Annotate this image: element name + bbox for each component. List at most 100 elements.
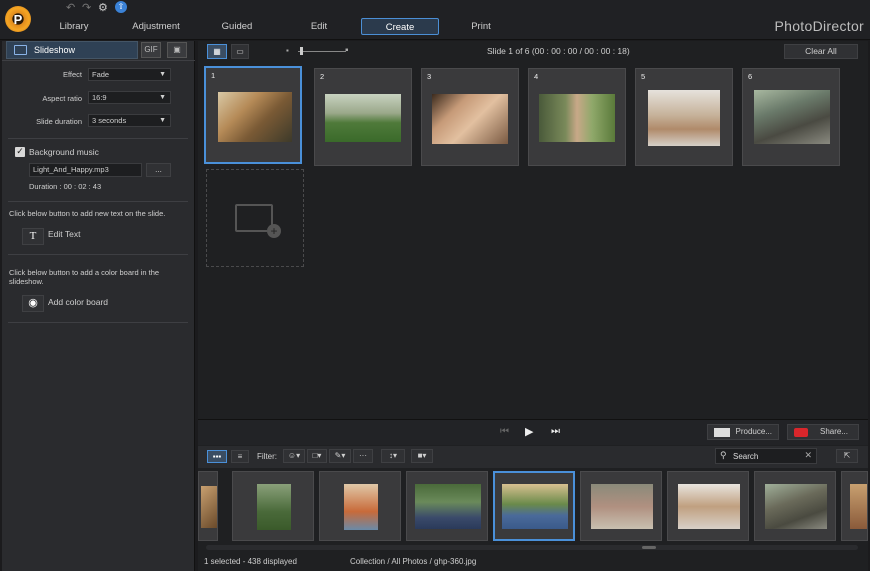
left-panel: Slideshow GIF ▣ Effect Fade ▼ Aspect rati… — [2, 41, 195, 571]
strip-thumb[interactable] — [406, 471, 488, 541]
flag-filter-icon[interactable]: □▾ — [307, 449, 327, 463]
color-label-icon[interactable]: ■▾ — [411, 449, 433, 463]
slide-thumb-6[interactable]: 6 — [742, 68, 840, 166]
slide-thumb-2[interactable]: 2 — [314, 68, 412, 166]
list-view-icon[interactable]: ≡ — [231, 450, 249, 463]
zoom-slider[interactable] — [298, 51, 346, 52]
slide-duration-select[interactable]: 3 seconds ▼ — [88, 114, 171, 127]
slide-photo — [432, 94, 508, 144]
add-color-board-button[interactable]: Add color board — [48, 297, 108, 307]
strip-photo — [257, 484, 291, 530]
background-music-checkbox[interactable]: ✓ — [15, 147, 25, 157]
tab-create[interactable]: Create — [361, 18, 439, 35]
slide-thumb-5[interactable]: 5 — [635, 68, 733, 166]
slide-duration-value: 3 seconds — [92, 116, 127, 125]
palette-icon[interactable]: ◉ — [22, 295, 44, 312]
slide-photo — [325, 94, 401, 142]
edit-text-button[interactable]: Edit Text — [48, 229, 80, 239]
strip-thumb[interactable] — [319, 471, 401, 541]
produce-label: Produce... — [735, 427, 772, 436]
slide-thumb-4[interactable]: 4 — [528, 68, 626, 166]
effect-value: Fade — [92, 70, 110, 79]
close-icon[interactable]: ✕ — [804, 450, 812, 461]
edit-filter-icon[interactable]: ✎▾ — [329, 449, 351, 463]
redo-icon[interactable]: ↷ — [82, 1, 91, 14]
slide-number: 6 — [748, 72, 753, 81]
slide-number: 5 — [641, 72, 646, 81]
slide-number: 3 — [427, 72, 432, 81]
external-window-icon[interactable]: ⇱ — [836, 449, 858, 463]
storyboard-view-icon[interactable]: ▦ — [207, 44, 227, 59]
text-icon[interactable]: T — [22, 228, 44, 245]
previous-icon[interactable]: ⏮ — [500, 426, 509, 437]
tab-adjustment[interactable]: Adjustment — [120, 18, 192, 35]
strip-photo — [415, 484, 481, 529]
strip-thumb[interactable] — [841, 471, 868, 541]
strip-photo — [765, 484, 827, 529]
horizontal-scrollbar[interactable] — [206, 545, 858, 550]
undo-icon[interactable]: ↶ — [66, 1, 75, 14]
tab-library[interactable]: Library — [40, 18, 108, 35]
filter-label: Filter: — [257, 452, 277, 461]
strip-photo — [591, 484, 653, 529]
slide-number: 1 — [211, 71, 216, 80]
slide-thumb-1[interactable]: 1 — [204, 66, 302, 164]
gif-icon[interactable]: GIF — [141, 42, 161, 58]
tab-edit[interactable]: Edit — [288, 18, 350, 35]
youtube-icon — [794, 428, 808, 437]
brand-title: PhotoDirector — [774, 18, 864, 34]
strip-thumb[interactable] — [754, 471, 836, 541]
chevron-down-icon: ▼ — [159, 117, 166, 124]
slide-counter: Slide 1 of 6 (00 : 00 : 00 / 00 : 00 : 1… — [487, 46, 630, 56]
slide-number: 4 — [534, 72, 539, 81]
tab-slideshow[interactable]: Slideshow — [6, 41, 138, 59]
photo-view-icon[interactable]: ▭ — [231, 44, 249, 59]
produce-button[interactable]: Produce... — [707, 424, 779, 440]
people-filter-icon[interactable]: ☺▾ — [283, 449, 305, 463]
clear-all-button[interactable]: Clear All — [784, 44, 858, 59]
zoom-slider-handle[interactable] — [300, 47, 303, 55]
slide-thumb-3[interactable]: 3 — [421, 68, 519, 166]
strip-photo — [850, 484, 867, 529]
slide-duration-label: Slide duration — [36, 117, 82, 126]
aspect-ratio-select[interactable]: 16:9 ▼ — [88, 91, 171, 104]
notification-icon[interactable]: ⇧ — [115, 1, 127, 13]
sort-icon[interactable]: ↕▾ — [381, 449, 405, 463]
strip-thumb[interactable] — [232, 471, 314, 541]
music-duration: Duration : 00 : 02 : 43 — [29, 182, 102, 191]
scrollbar-thumb[interactable] — [642, 546, 656, 549]
edit-text-hint: Click below button to add new text on th… — [9, 209, 166, 218]
image-collage-icon[interactable]: ▣ — [167, 42, 187, 58]
strip-thumb[interactable] — [198, 471, 218, 541]
zoom-out-icon[interactable]: ▪ — [286, 46, 289, 55]
collection-path: Collection / All Photos / ghp-360.jpg — [350, 557, 477, 566]
film-icon — [714, 428, 730, 437]
strip-thumb[interactable] — [580, 471, 662, 541]
slide-photo — [648, 90, 720, 146]
slide-number: 2 — [320, 72, 325, 81]
share-label: Share... — [819, 427, 848, 436]
strip-photo — [678, 484, 740, 529]
tab-guided[interactable]: Guided — [205, 18, 269, 35]
more-filter-icon[interactable]: ··· — [353, 449, 373, 463]
music-file-field[interactable]: Light_And_Happy.mp3 — [29, 163, 142, 177]
effect-select[interactable]: Fade ▼ — [88, 68, 171, 81]
tab-print[interactable]: Print — [450, 18, 512, 35]
empty-slide-slot[interactable]: + — [206, 169, 304, 267]
plus-icon: + — [267, 224, 281, 238]
grid-view-icon[interactable]: ▪▪▪ — [207, 450, 227, 463]
strip-thumb[interactable] — [667, 471, 749, 541]
aspect-ratio-value: 16:9 — [92, 93, 107, 102]
aspect-ratio-label: Aspect ratio — [42, 94, 82, 103]
search-placeholder: Search — [733, 452, 759, 461]
share-button[interactable]: Share... — [787, 424, 859, 440]
settings-gear-icon[interactable]: ⚙ — [98, 1, 108, 14]
strip-thumb-selected[interactable] — [493, 471, 575, 541]
effect-label: Effect — [62, 70, 82, 79]
zoom-in-icon[interactable]: ▪ — [345, 45, 349, 56]
play-icon[interactable]: ▶ — [525, 425, 533, 438]
browse-music-button[interactable]: ... — [146, 163, 171, 177]
search-input[interactable]: ⚲ Search ✕ — [715, 448, 817, 464]
next-icon[interactable]: ⏭ — [551, 426, 560, 437]
strip-photo — [201, 486, 217, 528]
